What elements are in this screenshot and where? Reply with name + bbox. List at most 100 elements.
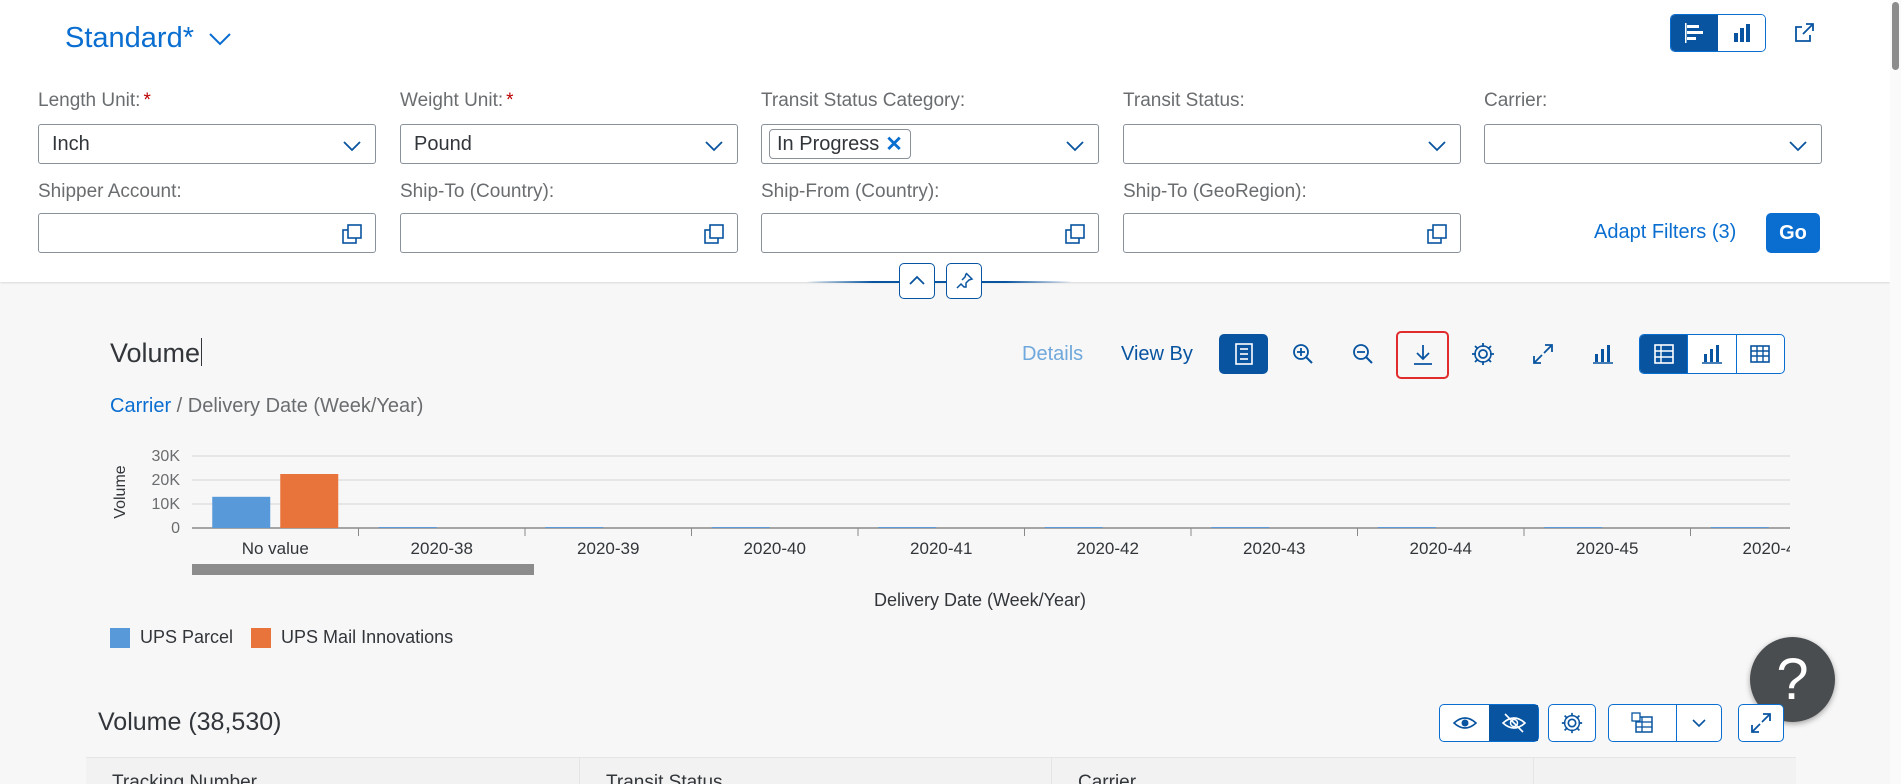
column-header-transit-status[interactable]: Transit Status (580, 758, 1052, 784)
download-button[interactable] (1396, 331, 1449, 379)
legend-item[interactable]: UPS Parcel (110, 627, 233, 648)
chevron-up-icon (909, 275, 925, 285)
pin-header-button[interactable] (946, 263, 982, 299)
length-unit-value: Inch (52, 132, 90, 155)
ship-to-country-input[interactable] (400, 213, 738, 253)
view-by-button[interactable]: View By (1121, 343, 1193, 366)
weight-unit-select[interactable]: Pound (400, 124, 738, 164)
chart-only-view-button[interactable] (1688, 335, 1737, 373)
chart-view-button[interactable] (1718, 15, 1765, 51)
table-fullscreen-button[interactable] (1738, 704, 1784, 742)
settings-button[interactable] (1458, 334, 1507, 374)
export-menu-button (1608, 704, 1722, 742)
legend-swatch (110, 627, 130, 648)
value-help-icon[interactable] (341, 223, 363, 245)
chevron-down-icon (705, 141, 723, 152)
zoom-out-icon (1352, 344, 1373, 364)
filter-bar: Standard* Length Unit: * Inch Weight Unit… (0, 0, 1890, 282)
transit-status-select[interactable] (1123, 124, 1461, 164)
bar-ups-parcel (1377, 527, 1436, 528)
chart-table-toggle (1670, 14, 1766, 52)
drilldown-breadcrumb: Carrier / Delivery Date (Week/Year) (110, 395, 423, 418)
chart-type-button[interactable] (1578, 334, 1627, 374)
shipper-account-label: Shipper Account: (38, 181, 182, 202)
x-tick-label: 2020-45 (1576, 539, 1638, 558)
export-spreadsheet-icon (1630, 712, 1653, 733)
length-unit-select[interactable]: Inch (38, 124, 376, 164)
details-button[interactable]: Details (1022, 343, 1083, 366)
weight-unit-value: Pound (414, 132, 472, 155)
shipper-account-input[interactable] (38, 213, 376, 253)
chart-title: Volume (110, 338, 203, 368)
chart-and-table-view-button[interactable] (1640, 335, 1689, 373)
token-remove-icon[interactable]: ✕ (885, 132, 903, 157)
carrier-select[interactable] (1484, 124, 1822, 164)
legend-swatch (251, 627, 272, 648)
bar-ups-parcel (878, 527, 937, 528)
value-help-icon[interactable] (1064, 223, 1086, 245)
show-hide-details-toggle (1439, 704, 1539, 742)
y-tick-label: 30K (152, 448, 181, 465)
go-button[interactable]: Go (1766, 213, 1820, 253)
weight-unit-label: Weight Unit: * (400, 90, 514, 111)
ship-from-country-input[interactable] (761, 213, 1099, 253)
token-text: In Progress (777, 132, 880, 155)
x-tick-label: 2020-46 (1743, 539, 1790, 558)
bar-ups-parcel (1211, 527, 1270, 528)
chevron-down-icon (209, 32, 231, 45)
table-only-view-button[interactable] (1737, 335, 1784, 373)
column-header-extra (1534, 758, 1796, 784)
scrollbar-thumb[interactable] (1892, 2, 1899, 70)
bar-ups-parcel (545, 527, 604, 528)
x-tick-label: 2020-40 (744, 539, 806, 558)
bar-ups-parcel (212, 496, 271, 528)
ship-to-country-label: Ship-To (Country): (400, 181, 555, 202)
x-tick-label: No value (242, 539, 309, 558)
zoom-in-button[interactable] (1278, 334, 1327, 374)
adapt-filters-button[interactable]: Adapt Filters (3) (1594, 221, 1736, 244)
table-title: Volume (38,530) (98, 708, 282, 736)
page-scrollbar[interactable] (1890, 0, 1901, 784)
header-collapse-divider (806, 281, 1072, 283)
eye-icon (1452, 717, 1477, 729)
legend-label: UPS Mail Innovations (281, 627, 454, 647)
y-tick-label: 0 (171, 520, 180, 537)
column-header-carrier[interactable]: Carrier (1052, 758, 1534, 784)
carrier-label: Carrier: (1484, 90, 1548, 111)
export-button[interactable] (1609, 705, 1677, 741)
fullscreen-button[interactable] (1518, 334, 1567, 374)
pin-icon (956, 272, 974, 289)
ship-to-georegion-input[interactable] (1123, 213, 1461, 253)
show-details-button[interactable] (1440, 705, 1489, 741)
in-progress-token[interactable]: In Progress ✕ (769, 129, 911, 159)
x-tick-label: 2020-43 (1243, 539, 1305, 558)
export-dropdown-button[interactable] (1677, 705, 1721, 741)
gear-icon (1471, 343, 1494, 365)
zoom-out-button[interactable] (1338, 334, 1387, 374)
x-tick-label: 2020-38 (411, 539, 473, 558)
x-tick-label: 2020-42 (1077, 539, 1139, 558)
x-tick-label: 2020-39 (577, 539, 639, 558)
hide-details-button[interactable] (1489, 705, 1538, 741)
value-help-icon[interactable] (703, 223, 725, 245)
legend-item[interactable]: UPS Mail Innovations (251, 627, 453, 648)
breadcrumb-separator: / (171, 395, 188, 417)
chevron-down-icon (1428, 141, 1446, 152)
download-icon (1413, 345, 1432, 365)
column-header-tracking-number[interactable]: Tracking Number (86, 758, 580, 784)
table-settings-button[interactable] (1548, 704, 1596, 742)
drilldown-icon (1234, 343, 1253, 365)
drilldown-toggle-button[interactable] (1219, 334, 1268, 374)
transit-status-category-multiselect[interactable]: In Progress ✕ (761, 124, 1099, 164)
collapse-header-button[interactable] (899, 263, 935, 299)
variant-selector[interactable]: Standard* (65, 22, 232, 55)
share-button[interactable] (1784, 14, 1824, 52)
ship-to-georegion-label: Ship-To (GeoRegion): (1123, 181, 1307, 202)
breadcrumb-carrier-link[interactable]: Carrier (110, 395, 171, 417)
compact-view-button[interactable] (1671, 15, 1718, 51)
chevron-down-icon (1066, 141, 1084, 152)
value-help-icon[interactable] (1426, 223, 1448, 245)
expand-icon (1751, 713, 1771, 733)
volume-bar-chart: 0 10K 20K 30K Volume No value 2020-38 2020-39 20… (112, 448, 1790, 610)
bar-ups-mail-innovations (280, 474, 339, 528)
